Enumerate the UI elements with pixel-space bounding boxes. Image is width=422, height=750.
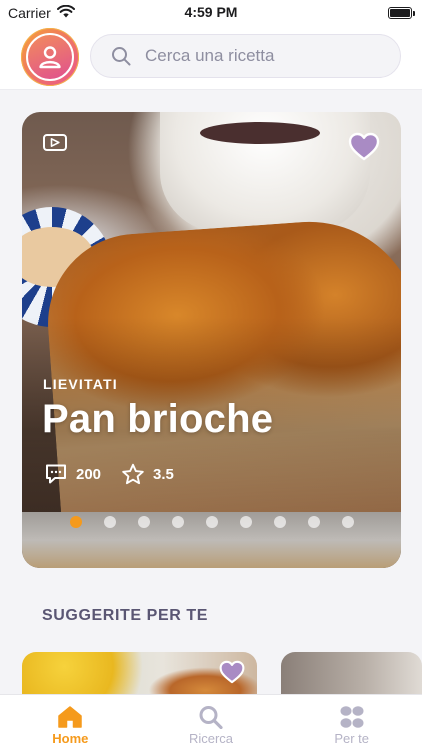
search-icon (199, 706, 223, 729)
favorite-button[interactable] (219, 660, 245, 684)
carousel-dot[interactable] (240, 516, 252, 528)
tab-bar: Home Ricerca Per te (0, 694, 422, 750)
user-icon (39, 46, 61, 69)
rating-stat: 3.5 (121, 463, 174, 486)
tab-label: Ricerca (188, 731, 234, 746)
suggested-recipe-card[interactable] (22, 652, 257, 700)
featured-recipe-card[interactable]: LIEVITATI Pan brioche 200 3.5 (22, 112, 401, 568)
carousel-dot[interactable] (342, 516, 354, 528)
suggested-recipe-card[interactable] (281, 652, 422, 700)
tab-home[interactable]: Home (0, 695, 141, 750)
heart-icon (348, 132, 380, 160)
carousel-dot[interactable] (308, 516, 320, 528)
comments-stat: 200 (44, 462, 101, 486)
carousel-dot[interactable] (104, 516, 116, 528)
tab-label: Home (52, 731, 89, 746)
favorite-button[interactable] (347, 130, 381, 162)
section-title: SUGGERITE PER TE (42, 607, 209, 624)
carousel-dot[interactable] (274, 516, 286, 528)
rating-value: 3.5 (153, 465, 174, 483)
profile-avatar-button[interactable] (21, 28, 79, 86)
battery-icon (388, 7, 415, 19)
star-icon (122, 463, 144, 484)
video-icon (43, 134, 67, 151)
recipe-title: Pan brioche (42, 397, 274, 441)
tab-for-you[interactable]: Per te (281, 695, 422, 750)
recipe-stats: 200 3.5 (44, 462, 194, 486)
carousel-dot[interactable] (138, 516, 150, 528)
header (0, 26, 422, 90)
home-icon (58, 706, 83, 728)
recipe-category: LIEVITATI (43, 376, 118, 392)
carousel-dot[interactable] (70, 516, 82, 528)
comments-count: 200 (76, 465, 102, 483)
carousel-dot[interactable] (172, 516, 184, 528)
carousel-pagination (70, 516, 354, 528)
comment-icon (46, 464, 66, 484)
search-bar[interactable] (90, 34, 401, 78)
tab-label: Per te (334, 731, 370, 746)
status-time: 4:59 PM (184, 4, 238, 20)
status-bar: Carrier 4:59 PM (0, 0, 422, 26)
tab-search[interactable]: Ricerca (141, 695, 282, 750)
photo-overlay (22, 112, 401, 568)
carousel-dot[interactable] (206, 516, 218, 528)
search-icon (112, 47, 131, 66)
search-input[interactable] (145, 46, 375, 66)
grid-icon (340, 706, 364, 728)
heart-icon (219, 660, 245, 684)
